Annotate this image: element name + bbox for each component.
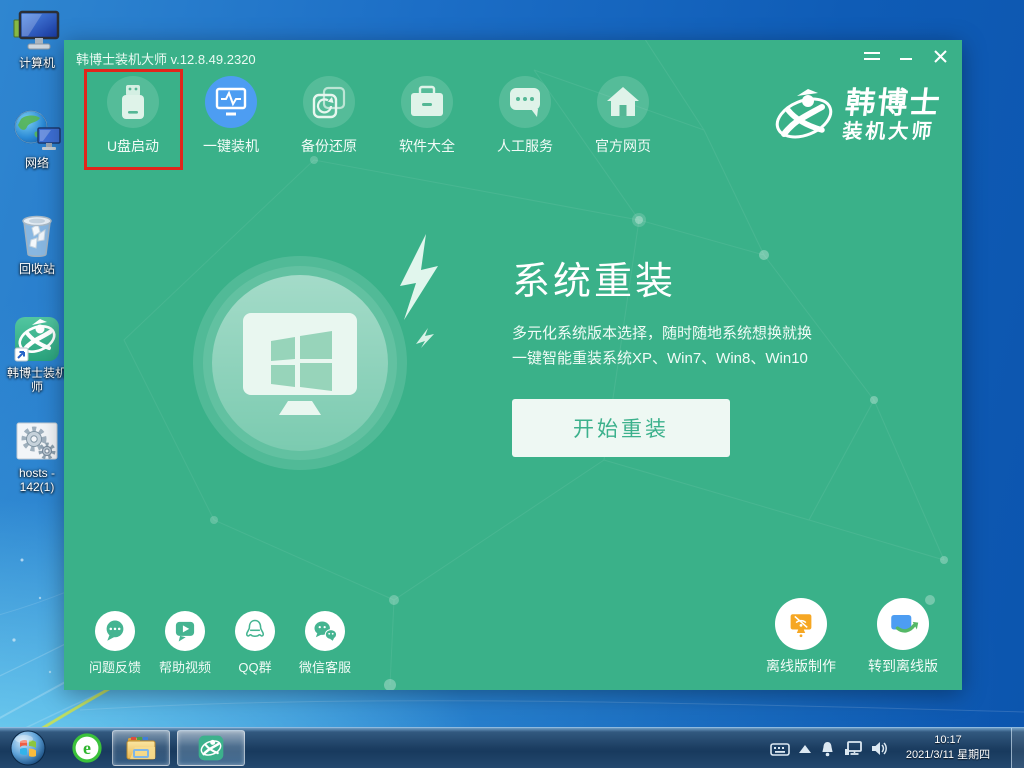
offline-maker-icon: [783, 606, 819, 642]
wechat-service-item[interactable]: 微信客服: [290, 611, 360, 676]
footer-label: 帮助视频: [150, 657, 220, 676]
help-video-item[interactable]: 帮助视频: [150, 611, 220, 676]
minimize-button[interactable]: [894, 46, 918, 66]
home-icon: [605, 85, 641, 119]
hero-section: 系统重装 多元化系统版本选择，随时随地系统想换就换 一键智能重装系统XP、Win…: [512, 250, 932, 457]
help-video-icon: [171, 617, 199, 645]
system-tray: [770, 728, 888, 768]
footer-label: 转到离线版: [852, 656, 954, 676]
brand-logo-mark: [772, 84, 836, 148]
hanboshi-taskbar-button[interactable]: [177, 730, 245, 766]
nav-label: 备份还原: [293, 136, 365, 156]
lightning-bolt-icon: [394, 232, 442, 348]
hanboshi-app-icon: [12, 314, 62, 364]
footer-label: 微信客服: [290, 657, 360, 676]
nav-backup-restore[interactable]: 备份还原: [293, 76, 365, 156]
folder-icon: [125, 735, 157, 761]
footer-label: 离线版制作: [750, 656, 852, 676]
menu-button[interactable]: [860, 46, 884, 66]
window-title: 韩博士装机大师 v.12.8.49.2320: [76, 49, 256, 68]
desktop-icon-label: 计算机: [3, 56, 71, 70]
desktop-icon-network[interactable]: 网络: [3, 106, 71, 170]
wechat-icon: [311, 617, 339, 645]
offline-maker-item[interactable]: 离线版制作: [750, 598, 852, 676]
desktop-icon-label: hosts - 142(1): [3, 466, 71, 494]
recycle-bin-icon: [12, 210, 62, 260]
chat-bubble-icon: [507, 85, 543, 119]
brand-logo: 韩博士 装机大师: [772, 84, 940, 148]
qq-icon: [241, 617, 269, 645]
hero-desc-line2: 一键智能重装系统XP、Win7、Win8、Win10: [512, 346, 932, 371]
nav-one-key-install[interactable]: 一键装机: [195, 76, 267, 156]
explorer-taskbar-button[interactable]: [112, 730, 170, 766]
nav-label: 人工服务: [489, 136, 561, 156]
desktop-icon-computer[interactable]: 计算机: [3, 8, 71, 70]
footer-label: QQ群: [220, 657, 290, 676]
brand-subname: 装机大师: [841, 120, 940, 144]
nav-software-center[interactable]: 软件大全: [391, 76, 463, 156]
windows-monitor-icon: [235, 307, 365, 419]
titlebar: 韩博士装机大师 v.12.8.49.2320: [64, 40, 962, 70]
clock-date: 2021/3/11 星期四: [894, 748, 1002, 763]
nav-label: U盘启动: [97, 136, 169, 156]
brand-name: 韩博士: [844, 88, 943, 120]
desktop-icon-hosts-file[interactable]: hosts - 142(1): [3, 418, 71, 494]
footer-right: 离线版制作 转到离线版: [750, 598, 954, 676]
monitor-pulse-icon: [213, 85, 249, 119]
usb-drive-icon: [116, 84, 150, 120]
nav-official-website[interactable]: 官方网页: [587, 76, 659, 156]
notification-bell-icon[interactable]: [820, 741, 835, 757]
nav-label: 官方网页: [587, 136, 659, 156]
main-nav: U盘启动 一键装机 备份还原: [97, 76, 685, 156]
hero-circle: [193, 256, 407, 470]
show-hidden-icons-arrow[interactable]: [799, 745, 811, 753]
nav-label: 软件大全: [391, 136, 463, 156]
keyboard-tray-icon[interactable]: [770, 742, 790, 756]
desktop-icon-label: 网络: [3, 156, 71, 170]
hosts-file-icon: [12, 418, 62, 464]
feedback-icon: [101, 617, 129, 645]
desktop: 计算机 网络 回收站: [0, 0, 1024, 768]
hero-desc-line1: 多元化系统版本选择，随时随地系统想换就换: [512, 321, 932, 346]
taskbar: e: [0, 727, 1024, 768]
footer-label: 问题反馈: [80, 657, 150, 676]
briefcase-icon: [408, 85, 446, 119]
clock-time: 10:17: [894, 733, 1002, 748]
qq-group-item[interactable]: QQ群: [220, 611, 290, 676]
computer-icon: [12, 8, 62, 54]
footer-left: 问题反馈 帮助视频 QQ群: [80, 611, 360, 676]
desktop-icon-recycle-bin[interactable]: 回收站: [3, 210, 71, 276]
desktop-icon-label: 韩博士装机师: [3, 366, 71, 394]
network-icon: [11, 106, 63, 154]
nav-human-service[interactable]: 人工服务: [489, 76, 561, 156]
app-window: 韩博士装机大师 v.12.8.49.2320: [64, 40, 962, 690]
taskbar-clock[interactable]: 10:17 2021/3/11 星期四: [894, 733, 1002, 763]
desktop-icon-label: 回收站: [3, 262, 71, 276]
goto-offline-icon: [885, 606, 921, 642]
browser-icon[interactable]: e: [72, 733, 102, 768]
feedback-item[interactable]: 问题反馈: [80, 611, 150, 676]
nav-usb-boot[interactable]: U盘启动: [97, 76, 169, 156]
close-button[interactable]: [928, 46, 952, 66]
desktop-icon-hanboshi-app[interactable]: 韩博士装机师: [3, 314, 71, 394]
goto-offline-item[interactable]: 转到离线版: [852, 598, 954, 676]
volume-tray-icon[interactable]: [871, 741, 888, 756]
start-button[interactable]: [10, 730, 46, 768]
svg-text:e: e: [83, 738, 91, 758]
hanboshi-taskbar-icon: [197, 734, 225, 762]
network-tray-icon[interactable]: [844, 741, 862, 756]
start-reinstall-button[interactable]: 开始重装: [512, 399, 730, 457]
show-desktop-button[interactable]: [1011, 728, 1024, 768]
hero-title: 系统重装: [512, 250, 932, 305]
backup-restore-icon: [311, 84, 347, 120]
nav-label: 一键装机: [195, 136, 267, 156]
